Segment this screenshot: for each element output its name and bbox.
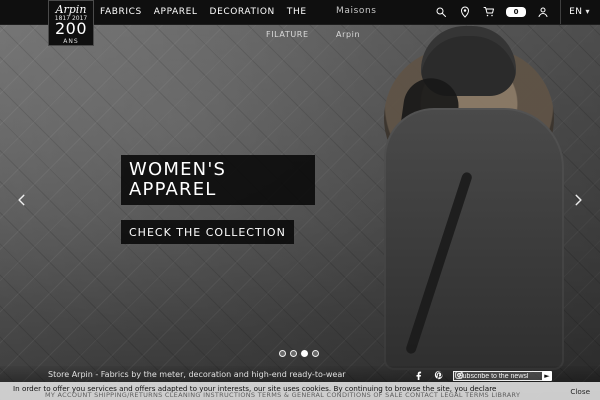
headline-line-2: APPAREL — [129, 179, 217, 200]
chevron-down-icon: ▾ — [585, 6, 590, 16]
carousel-dot-2[interactable] — [290, 350, 297, 357]
nav-item-the[interactable]: THE — [287, 7, 307, 17]
secondary-navigation: FILATURE Maisons Arpin — [266, 6, 376, 39]
model-figure — [354, 18, 564, 370]
facebook-icon[interactable] — [412, 368, 426, 382]
newsletter-field[interactable]: ► — [453, 371, 552, 381]
cookie-banner: In order to offer you services and offer… — [0, 382, 600, 400]
subnav-filature[interactable]: FILATURE — [266, 30, 309, 39]
carousel-pagination — [279, 350, 319, 357]
headline-line-1: WOMEN'S — [129, 159, 227, 180]
language-selector[interactable]: EN ▾ — [560, 0, 590, 24]
footer-links: MY ACCOUNT SHIPPING/RETURNS CLEANING INS… — [45, 391, 521, 399]
brand-logo[interactable]: Arpin 1817 2017 200 ANS — [48, 0, 94, 46]
chevron-right-icon[interactable] — [570, 190, 586, 210]
language-label: EN — [569, 7, 583, 17]
cart-count-badge: 0 — [506, 7, 527, 17]
newsletter-submit-button[interactable]: ► — [542, 371, 552, 381]
cart-icon[interactable] — [482, 5, 496, 19]
pinterest-icon[interactable] — [432, 368, 446, 382]
carousel-dot-3[interactable] — [301, 350, 308, 357]
store-tagline: Store Arpin - Fabrics by the meter, deco… — [48, 370, 346, 379]
main-navigation: FABRICS APPAREL DECORATION THE — [100, 0, 307, 24]
location-pin-icon[interactable] — [458, 5, 472, 19]
nav-item-maisons[interactable]: Maisons — [336, 6, 377, 16]
user-icon[interactable] — [536, 5, 550, 19]
nav-item-decoration[interactable]: DECORATION — [210, 7, 275, 17]
newsletter-input[interactable] — [458, 372, 546, 380]
nav-item-fabrics[interactable]: FABRICS — [100, 7, 142, 17]
check-collection-label: CHECK THE COLLECTION — [129, 225, 286, 239]
search-icon[interactable] — [434, 5, 448, 19]
carousel-dot-1[interactable] — [279, 350, 286, 357]
logo-number: 200 — [54, 19, 88, 38]
nav-item-arpin[interactable]: Arpin — [336, 30, 360, 39]
check-collection-button[interactable]: CHECK THE COLLECTION — [121, 220, 294, 244]
cookie-close-button[interactable]: Close — [570, 387, 590, 396]
logo-suffix: ANS — [63, 38, 79, 45]
nav-item-apparel[interactable]: APPAREL — [154, 7, 198, 17]
chevron-left-icon[interactable] — [14, 190, 30, 210]
carousel-dot-4[interactable] — [312, 350, 319, 357]
header-actions: 0 EN ▾ — [434, 0, 590, 24]
slide-headline: WOMEN'S APPAREL — [121, 155, 315, 205]
